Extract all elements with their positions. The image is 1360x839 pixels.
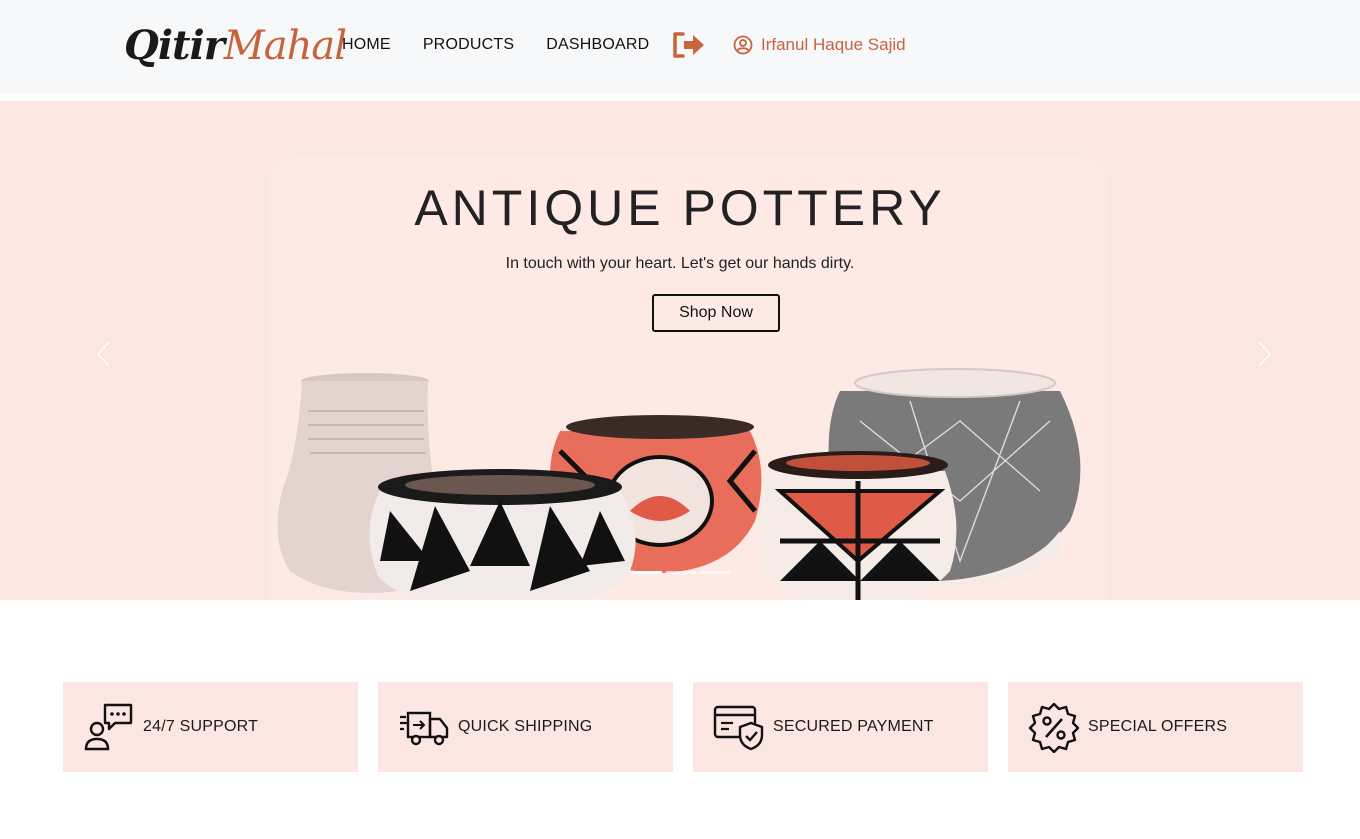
main-nav: HOME PRODUCTS DASHBOARD	[342, 36, 649, 54]
feature-label: 24/7 SUPPORT	[143, 718, 259, 735]
nav-products[interactable]: PRODUCTS	[423, 36, 514, 54]
carousel-prev-icon[interactable]	[94, 339, 114, 369]
logo-text-part2: Mahal	[223, 23, 347, 69]
hero-subtitle: In touch with your heart. Let's get our …	[505, 255, 855, 272]
feature-card: QUICK SHIPPING	[378, 682, 673, 772]
logo-text-part1: Qitir	[124, 22, 225, 69]
pottery-image	[277, 368, 1081, 600]
logo[interactable]: QitirMahal	[124, 14, 347, 78]
secure-card-icon	[713, 705, 764, 751]
feature-card: SPECIAL OFFERS	[1008, 682, 1303, 772]
carousel-dot[interactable]	[666, 571, 696, 574]
user-profile-link[interactable]: Irfanul Haque Sajid	[733, 35, 906, 55]
user-name: Irfanul Haque Sajid	[761, 35, 906, 54]
site-header: QitirMahal HOME PRODUCTS DASHBOARD Irfan…	[0, 0, 1360, 93]
nav-dashboard[interactable]: DASHBOARD	[546, 36, 649, 54]
nav-home[interactable]: HOME	[342, 36, 391, 54]
carousel-dot[interactable]	[700, 571, 730, 574]
support-chat-icon	[84, 703, 133, 751]
sign-out-icon[interactable]	[671, 31, 707, 59]
feature-label: SECURED PAYMENT	[773, 718, 934, 735]
carousel-indicators	[632, 571, 730, 574]
feature-card: SECURED PAYMENT	[693, 682, 988, 772]
shop-now-button[interactable]: Shop Now	[652, 294, 780, 332]
features-row: 24/7 SUPPORT QUICK SHIPPING SECURED PAYM…	[63, 682, 1303, 772]
hero-carousel: ANTIQUE POTTERY In touch with your heart…	[0, 101, 1360, 600]
carousel-dot[interactable]	[632, 571, 662, 574]
feature-label: SPECIAL OFFERS	[1088, 718, 1228, 735]
feature-label: QUICK SHIPPING	[458, 718, 593, 735]
hero-title: ANTIQUE POTTERY	[414, 180, 946, 236]
discount-badge-icon	[1028, 702, 1080, 753]
geometric-pot	[758, 451, 957, 600]
delivery-truck-icon	[400, 711, 449, 746]
feature-card: 24/7 SUPPORT	[63, 682, 358, 772]
black-white-pot	[369, 469, 636, 600]
user-circle-icon	[733, 35, 753, 55]
carousel-next-icon[interactable]	[1254, 339, 1274, 369]
